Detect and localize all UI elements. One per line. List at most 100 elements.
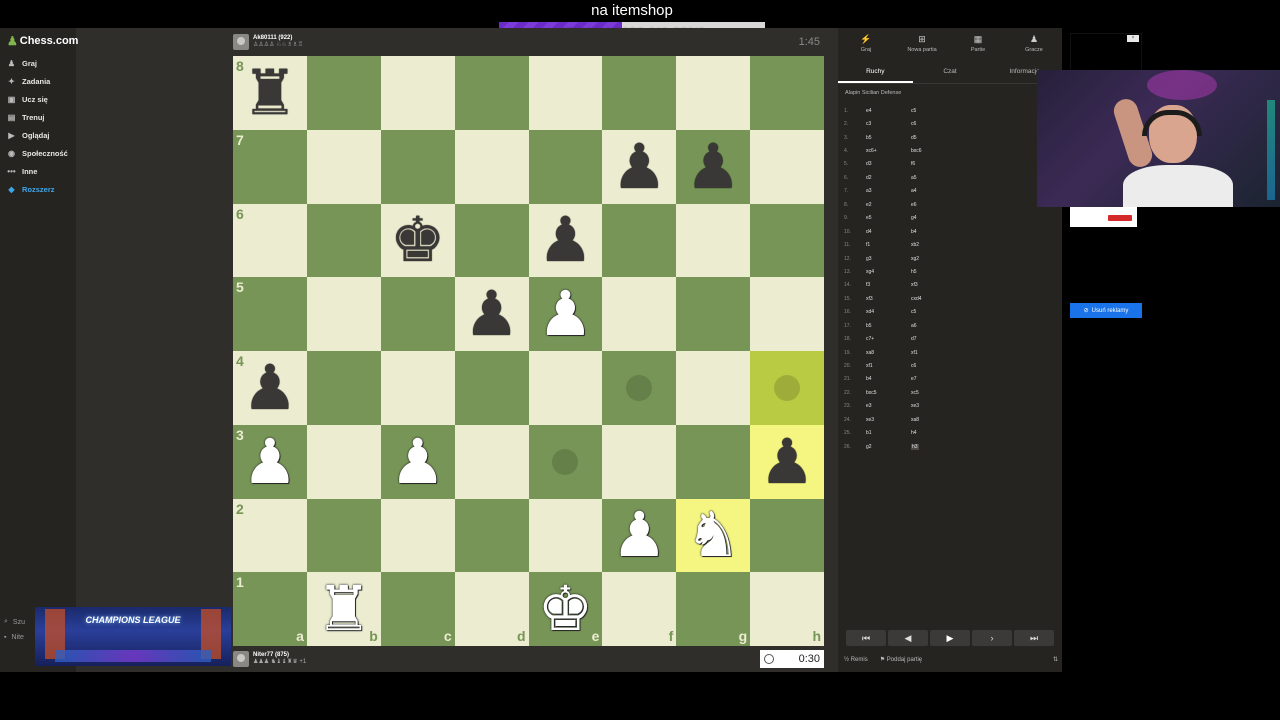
- black-move[interactable]: c5: [911, 108, 1031, 114]
- black-move[interactable]: cxd4: [911, 296, 1031, 302]
- black-move[interactable]: xf1: [911, 350, 1031, 356]
- white-move[interactable]: xd4: [866, 309, 911, 315]
- square-h2[interactable]: [750, 498, 824, 573]
- current-move[interactable]: h3: [911, 443, 919, 450]
- square-d3[interactable]: [454, 424, 529, 499]
- square-g5[interactable]: [676, 277, 751, 351]
- black-move[interactable]: h3: [911, 443, 1031, 450]
- square-f1[interactable]: f: [602, 572, 677, 646]
- sidebar-item-społeczność[interactable]: ◉ Społeczność: [7, 146, 68, 160]
- square-f5[interactable]: [602, 277, 677, 351]
- square-f8[interactable]: [602, 56, 677, 130]
- black-move[interactable]: a5: [911, 175, 1031, 181]
- square-e6[interactable]: ♟: [528, 203, 603, 278]
- subtab-ruchy[interactable]: Ruchy: [838, 66, 913, 83]
- white-move[interactable]: xa8: [866, 350, 911, 356]
- white-move[interactable]: xe3: [866, 417, 911, 423]
- black-move[interactable]: e6: [911, 202, 1031, 208]
- white-move[interactable]: xg4: [866, 269, 911, 275]
- black-move[interactable]: xa8: [911, 417, 1031, 423]
- white-move[interactable]: xf1: [866, 363, 911, 369]
- sidebar-item-inne[interactable]: ••• Inne: [7, 164, 37, 178]
- square-c5[interactable]: [380, 277, 455, 351]
- flip-board-icon[interactable]: ⇅: [1053, 656, 1058, 663]
- resign-button[interactable]: ⚑ Poddaj partię: [880, 656, 922, 663]
- white-pawn-icon[interactable]: ♟: [612, 504, 668, 566]
- black-pawn-icon[interactable]: ♟: [538, 209, 594, 271]
- ad-banner-middle[interactable]: [1070, 207, 1142, 303]
- square-f3[interactable]: [602, 424, 677, 499]
- square-e8[interactable]: [528, 56, 603, 130]
- square-f7[interactable]: ♟: [602, 129, 677, 204]
- black-king-icon[interactable]: ♚: [390, 209, 446, 271]
- black-move[interactable]: c5: [911, 309, 1031, 315]
- square-c8[interactable]: [380, 56, 455, 130]
- black-move[interactable]: xc5: [911, 390, 1031, 396]
- square-a5[interactable]: 5: [233, 277, 307, 351]
- black-move[interactable]: a6: [911, 323, 1031, 329]
- white-rook-icon[interactable]: ♜: [316, 578, 372, 640]
- sidebar-item-ucz-się[interactable]: ▣ Ucz się: [7, 92, 48, 106]
- square-h3[interactable]: ♟: [750, 424, 824, 499]
- square-e2[interactable]: [528, 498, 603, 573]
- square-h7[interactable]: [750, 129, 824, 204]
- square-d4[interactable]: [454, 351, 529, 425]
- white-pawn-icon[interactable]: ♟: [538, 283, 594, 345]
- white-move[interactable]: e3: [866, 403, 911, 409]
- white-pawn-icon[interactable]: ♟: [242, 430, 298, 493]
- square-d5[interactable]: ♟: [454, 277, 529, 351]
- square-a4[interactable]: 4 ♟: [233, 351, 307, 425]
- square-b8[interactable]: [306, 56, 381, 130]
- square-d1[interactable]: d: [454, 572, 529, 646]
- legal-move-dot[interactable]: [774, 374, 801, 401]
- white-move[interactable]: b5: [866, 135, 911, 141]
- white-move[interactable]: xf3: [866, 296, 911, 302]
- square-c6[interactable]: ♚: [380, 203, 455, 278]
- black-pawn-icon[interactable]: ♟: [612, 135, 668, 198]
- black-move[interactable]: xf3: [911, 282, 1031, 288]
- white-move[interactable]: g3: [866, 256, 911, 262]
- white-move[interactable]: f1: [866, 242, 911, 248]
- draw-button[interactable]: ½ Remis: [844, 657, 868, 663]
- square-f6[interactable]: [602, 203, 677, 278]
- sidebar-item-rozszerz[interactable]: ◆ Rozszerz: [7, 182, 54, 196]
- last-move-button[interactable]: ⏭: [1014, 630, 1054, 646]
- black-move[interactable]: d7: [911, 336, 1031, 342]
- black-rook-icon[interactable]: ♜: [242, 61, 298, 124]
- chess-logo[interactable]: ♟ Chess.com: [7, 34, 78, 48]
- next-move-button[interactable]: ›: [972, 630, 1012, 646]
- square-f2[interactable]: ♟: [602, 498, 677, 573]
- square-c3[interactable]: ♟: [380, 424, 455, 499]
- bottom-player-name[interactable]: Niter77 (875): [253, 652, 306, 659]
- white-move[interactable]: e5: [866, 215, 911, 221]
- square-e4[interactable]: [528, 351, 603, 425]
- avatar[interactable]: [233, 34, 249, 50]
- square-h1[interactable]: h: [750, 572, 824, 646]
- black-pawn-icon[interactable]: ♟: [464, 283, 520, 345]
- ad-banner-top[interactable]: ×: [1070, 33, 1142, 71]
- square-b5[interactable]: [306, 277, 381, 351]
- black-move[interactable]: xg2: [911, 256, 1031, 262]
- sidebar-item-oglądaj[interactable]: ▶ Oglądaj: [7, 128, 49, 142]
- first-move-button[interactable]: ⏮: [846, 630, 886, 646]
- white-move[interactable]: c3: [866, 121, 911, 127]
- white-move[interactable]: b4: [866, 376, 911, 382]
- white-move[interactable]: b5: [866, 323, 911, 329]
- white-move[interactable]: d3: [866, 161, 911, 167]
- square-a1[interactable]: 1a: [233, 572, 307, 646]
- black-move[interactable]: h5: [911, 269, 1031, 275]
- white-move[interactable]: f3: [866, 282, 911, 288]
- square-g4[interactable]: [676, 351, 751, 425]
- black-pawn-icon[interactable]: ♟: [685, 135, 741, 198]
- square-d2[interactable]: [454, 498, 529, 573]
- white-move[interactable]: e2: [866, 202, 911, 208]
- square-b4[interactable]: [306, 351, 381, 425]
- white-king-icon[interactable]: ♚: [538, 578, 594, 640]
- remove-ads-button[interactable]: ⊘ Usuń reklamy: [1070, 303, 1142, 318]
- sidebar-profile[interactable]: ▪ Nite: [4, 634, 24, 641]
- black-move[interactable]: b4: [911, 229, 1031, 235]
- square-h4[interactable]: [750, 351, 824, 425]
- square-e3[interactable]: [528, 424, 603, 499]
- top-player-name[interactable]: Ak80111 (922): [253, 35, 303, 42]
- square-c7[interactable]: [380, 129, 455, 204]
